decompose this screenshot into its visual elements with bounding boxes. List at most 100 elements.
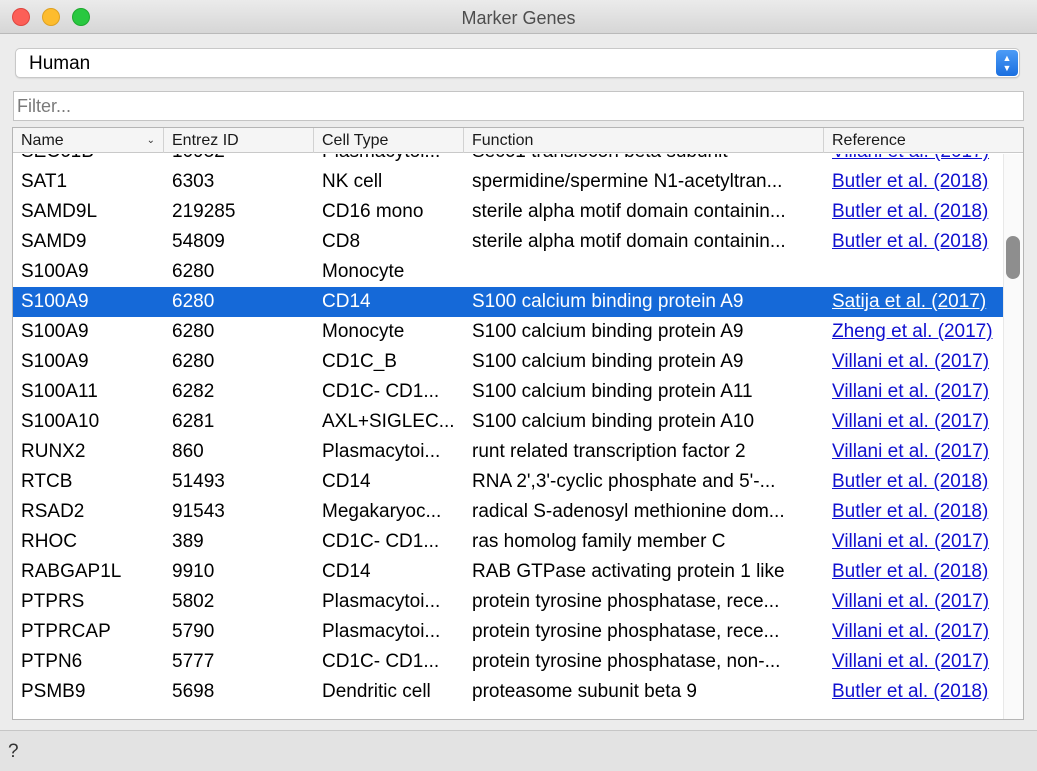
cell-type-cell: Megakaryoc...	[322, 501, 442, 522]
cell-type-cell: Plasmacytoi...	[322, 621, 441, 642]
table-row[interactable]: RHOC 389 CD1C- CD1... ras homolog family me…	[13, 527, 1005, 557]
gene-name-cell: S100A9	[21, 351, 89, 372]
entrez-id-cell: 91543	[172, 501, 225, 522]
reference-cell: Butler et al. (2018)	[832, 197, 1005, 227]
cell-type-cell: Monocyte	[322, 261, 405, 282]
column-header-function[interactable]: Function	[464, 128, 824, 153]
cell-type-cell: CD14	[322, 561, 371, 582]
reference-cell: Butler et al. (2018)	[832, 497, 1005, 527]
reference-cell: Butler et al. (2018)	[832, 467, 1005, 497]
column-header-label: Reference	[832, 132, 906, 149]
gene-name-cell: RTCB	[21, 471, 73, 492]
reference-cell: Villani et al. (2017)	[832, 377, 1005, 407]
reference-link[interactable]: Satija et al. (2017)	[832, 291, 986, 312]
reference-cell: Villani et al. (2017)	[832, 527, 1005, 557]
reference-cell: Villani et al. (2017)	[832, 647, 1005, 677]
entrez-id-cell: 5698	[172, 681, 215, 702]
scrollbar-thumb[interactable]	[1006, 236, 1020, 279]
gene-name-cell: SAT1	[21, 171, 68, 192]
column-header-label: Name	[21, 132, 64, 149]
reference-link[interactable]: Butler et al. (2018)	[832, 201, 988, 222]
cell-type-cell: Plasmacytoi...	[322, 441, 441, 462]
reference-link[interactable]: Villani et al. (2017)	[832, 381, 989, 402]
entrez-id-cell: 51493	[172, 471, 225, 492]
table-row[interactable]: RSAD2 91543 Megakaryoc... radical S-adenosy…	[13, 497, 1005, 527]
reference-link[interactable]: Butler et al. (2018)	[832, 231, 988, 252]
function-cell: Sec61 translocon beta subunit	[472, 154, 827, 167]
gene-name-cell: RABGAP1L	[21, 561, 122, 582]
reference-link[interactable]: Butler et al. (2018)	[832, 501, 988, 522]
function-cell: RAB GTPase activating protein 1 like	[472, 561, 785, 582]
table-row[interactable]: RTCB 51493 CD14 RNA 2',3'-cyclic phosphate …	[13, 467, 1005, 497]
reference-cell: Villani et al. (2017)	[832, 437, 1005, 467]
reference-cell: Villani et al. (2017)	[832, 587, 1005, 617]
gene-name-cell: PTPRS	[21, 591, 85, 612]
table-row[interactable]: SEC61B 10952 Plasmacytoi... Sec61 transloco…	[13, 154, 1005, 167]
table-row[interactable]: SAMD9 54809 CD8 sterile alpha motif domain …	[13, 227, 1005, 257]
title-bar[interactable]: Marker Genes	[0, 0, 1037, 34]
marker-genes-window: Marker Genes Human ▲▼ Name ⌄ Entrez ID C…	[0, 0, 1037, 771]
gene-name-cell: RHOC	[21, 531, 77, 552]
function-cell: S100 calcium binding protein A9	[472, 321, 744, 342]
table-row[interactable]: RUNX2 860 Plasmacytoi... runt related trans…	[13, 437, 1005, 467]
column-header-entrez-id[interactable]: Entrez ID	[164, 128, 314, 153]
reference-link[interactable]: Villani et al. (2017)	[832, 351, 989, 372]
table-row[interactable]: S100A11 6282 CD1C- CD1... S100 calcium bind…	[13, 377, 1005, 407]
gene-name-cell: RSAD2	[21, 501, 85, 522]
column-header-cell-type[interactable]: Cell Type	[314, 128, 464, 153]
table-row[interactable]: S100A9 6280 CD14 S100 calcium binding prote…	[13, 287, 1005, 317]
table-row[interactable]: PTPN6 5777 CD1C- CD1... protein tyrosine ph…	[13, 647, 1005, 677]
table-row[interactable]: S100A10 6281 AXL+SIGLEC... S100 calcium bin…	[13, 407, 1005, 437]
reference-link[interactable]: Villani et al. (2017)	[832, 531, 989, 552]
status-bar: ?	[0, 730, 1037, 771]
organism-dropdown[interactable]: Human ▲ ▼	[15, 48, 1020, 78]
column-header-name[interactable]: Name ⌄	[13, 128, 164, 153]
function-cell: spermidine/spermine N1-acetyltran...	[472, 171, 783, 192]
table-row[interactable]: S100A9 6280 Monocyte	[13, 257, 1005, 287]
entrez-id-cell: 219285	[172, 201, 236, 222]
help-icon[interactable]: ?	[8, 741, 19, 763]
filter-input[interactable]	[13, 91, 1024, 121]
entrez-id-cell: 6303	[172, 171, 215, 192]
reference-link[interactable]: Villani et al. (2017)	[832, 411, 989, 432]
gene-name-cell: PTPRCAP	[21, 621, 111, 642]
reference-link[interactable]: Butler et al. (2018)	[832, 471, 988, 492]
reference-cell: Butler et al. (2018)	[832, 227, 1005, 257]
column-header-reference[interactable]: Reference	[824, 128, 1023, 153]
table-row[interactable]: SAMD9L 219285 CD16 mono sterile alpha motif…	[13, 197, 1005, 227]
reference-link[interactable]: Villani et al. (2017)	[832, 621, 989, 642]
reference-link[interactable]: Villani et al. (2017)	[832, 154, 989, 162]
table-row[interactable]: S100A9 6280 Monocyte S100 calcium binding p…	[13, 317, 1005, 347]
reference-link[interactable]: Villani et al. (2017)	[832, 651, 989, 672]
entrez-id-cell: 54809	[172, 231, 225, 252]
column-header-label: Function	[472, 132, 534, 149]
table-row[interactable]: RABGAP1L 9910 CD14 RAB GTPase activating pr…	[13, 557, 1005, 587]
table-row[interactable]: SAT1 6303 NK cell spermidine/spermine N1-ac…	[13, 167, 1005, 197]
reference-link[interactable]: Villani et al. (2017)	[832, 441, 989, 462]
table-row[interactable]: PSMB9 5698 Dendritic cell proteasome subuni…	[13, 677, 1005, 707]
entrez-id-cell: 389	[172, 531, 204, 552]
gene-name-cell: PTPN6	[21, 651, 83, 672]
reference-link[interactable]: Zheng et al. (2017)	[832, 321, 993, 342]
dropdown-chevron-icon[interactable]: ▲ ▼	[996, 50, 1018, 76]
cell-type-cell: CD1C_B	[322, 351, 397, 372]
function-cell: protein tyrosine phosphatase, rece...	[472, 591, 780, 612]
reference-link[interactable]: Butler et al. (2018)	[832, 171, 988, 192]
table-row[interactable]: PTPRCAP 5790 Plasmacytoi... protein tyrosin…	[13, 617, 1005, 647]
table-rows: SEC61B 10952 Plasmacytoi... Sec61 transloco…	[13, 154, 1005, 707]
reference-link[interactable]: Villani et al. (2017)	[832, 591, 989, 612]
cell-type-cell: Monocyte	[322, 321, 405, 342]
reference-link[interactable]: Butler et al. (2018)	[832, 561, 988, 582]
reference-cell: Butler et al. (2018)	[832, 167, 1005, 197]
reference-cell	[832, 257, 1005, 287]
reference-link[interactable]: Butler et al. (2018)	[832, 681, 988, 702]
gene-name-cell: SAMD9L	[21, 201, 98, 222]
table-row[interactable]: S100A9 6280 CD1C_B S100 calcium binding pro…	[13, 347, 1005, 377]
table-row[interactable]: PTPRS 5802 Plasmacytoi... protein tyrosine …	[13, 587, 1005, 617]
entrez-id-cell: 6280	[172, 291, 215, 312]
column-header-label: Entrez ID	[172, 132, 239, 149]
function-cell: S100 calcium binding protein A9	[472, 351, 744, 372]
function-cell: sterile alpha motif domain containin...	[472, 231, 786, 252]
vertical-scrollbar[interactable]	[1003, 154, 1023, 719]
reference-cell: Satija et al. (2017)	[832, 287, 1005, 317]
